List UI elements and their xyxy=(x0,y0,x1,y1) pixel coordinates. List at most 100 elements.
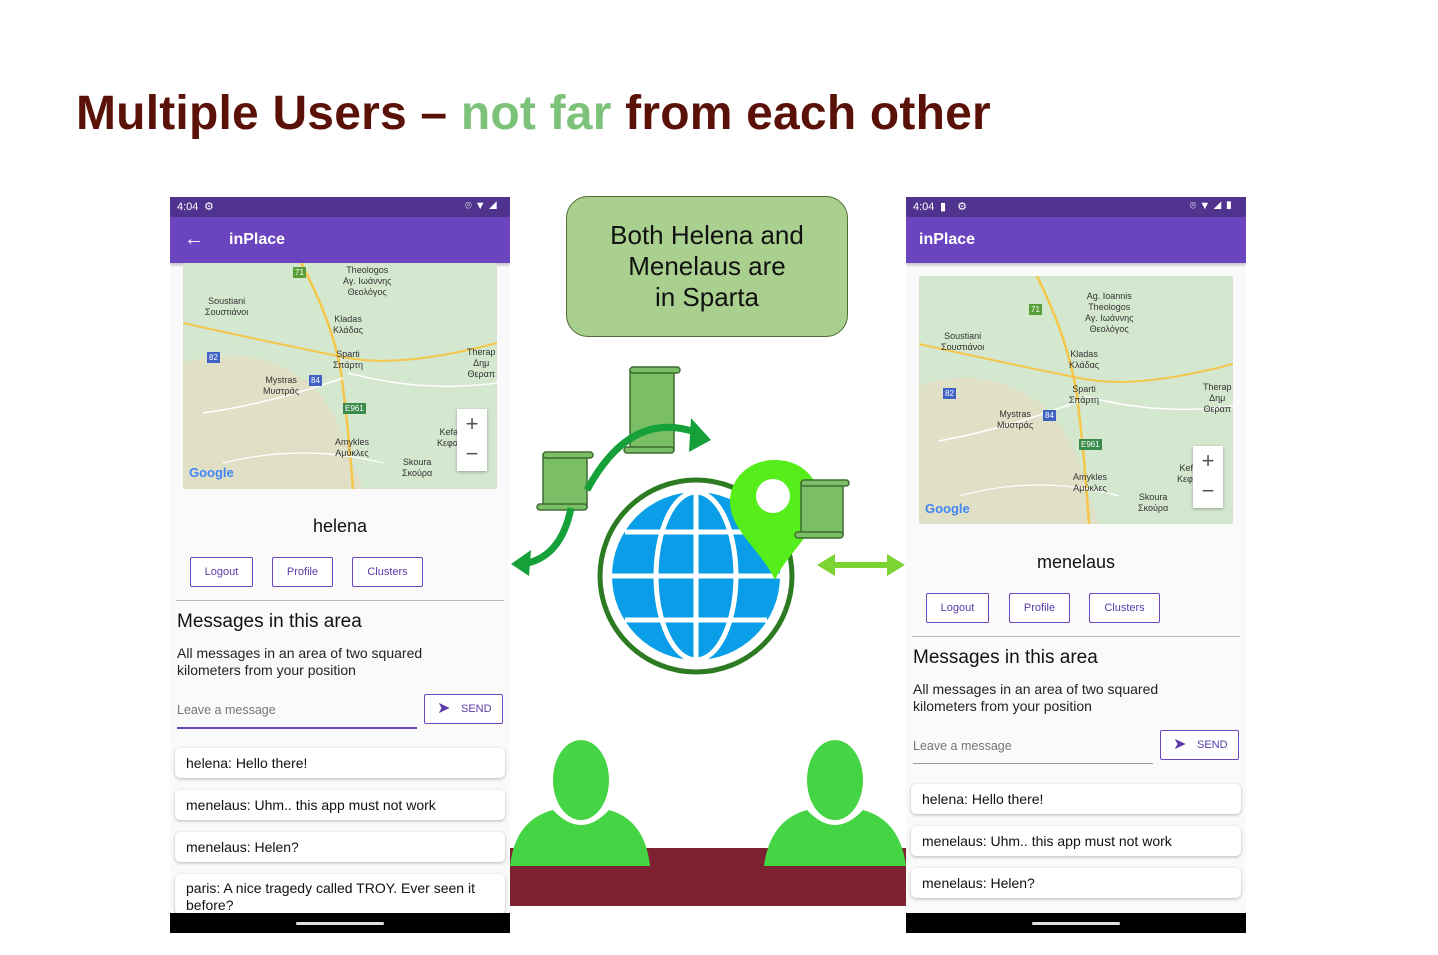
message-text: paris: A nice tragedy called TROY. Ever … xyxy=(186,880,475,913)
app-bar: inPlace xyxy=(906,217,1246,263)
phone-screen-helena: 4:04 ⚙ ⌾▼◢ ← inPlace Theologos Αγ. Ιωάννη… xyxy=(170,197,510,933)
app-title: inPlace xyxy=(229,231,286,248)
status-bar: 4:04 ▮ ⚙ ⌾▼◢▮ xyxy=(906,197,1246,217)
callout-line: Both Helena and xyxy=(610,220,804,250)
road-shield: 71 xyxy=(293,267,306,278)
road-shield: E961 xyxy=(1079,439,1102,450)
map-label: Amykles Αμύκλες xyxy=(1073,472,1108,493)
settings-icon: ⚙ xyxy=(204,201,218,213)
profile-button[interactable]: Profile xyxy=(272,557,333,587)
map-label: Mystras Μυστράς xyxy=(997,409,1034,430)
status-time: 4:04 xyxy=(913,201,935,213)
clusters-button[interactable]: Clusters xyxy=(352,557,423,587)
map-label: Sparti Σπάρτη xyxy=(333,349,363,370)
logout-button[interactable]: Logout xyxy=(190,557,253,587)
map-label: Amykles Αμύκλες xyxy=(335,437,370,458)
zoom-out-icon[interactable]: − xyxy=(457,439,487,469)
message-text: menelaus: Helen? xyxy=(922,875,1035,891)
map-label: Mystras Μυστράς xyxy=(263,375,300,396)
message-input[interactable] xyxy=(913,733,1143,759)
message-item: menelaus: Helen? xyxy=(175,832,505,862)
messages-description: All messages in an area of two squared k… xyxy=(177,645,423,678)
clusters-button[interactable]: Clusters xyxy=(1089,593,1160,623)
signal-icons: ⌾▼◢ xyxy=(465,200,500,212)
zoom-in-icon[interactable]: + xyxy=(1193,446,1223,476)
map-label: Skoura Σκούρα xyxy=(1138,492,1169,513)
map-zoom-control: + − xyxy=(457,409,487,471)
road-shield: 71 xyxy=(1029,304,1042,315)
messages-heading: Messages in this area xyxy=(913,647,1098,668)
map-label: Ag. Ioannis Theologos Αγ. Ιωάννης Θεολόγος xyxy=(1085,291,1134,334)
map-label: Kladas Κλάδας xyxy=(1069,349,1100,370)
road-shield: 84 xyxy=(309,375,322,386)
title-text-end: from each other xyxy=(611,87,991,140)
send-icon: ➤ xyxy=(437,700,451,717)
profile-button[interactable]: Profile xyxy=(1009,593,1070,623)
nav-bar xyxy=(906,913,1246,933)
zoom-out-icon[interactable]: − xyxy=(1193,476,1223,506)
map-label: Kladas Κλάδας xyxy=(333,314,364,335)
user-right-icon xyxy=(764,740,906,866)
home-indicator[interactable] xyxy=(1032,922,1120,925)
road-shield: 82 xyxy=(207,352,220,363)
scroll-icon xyxy=(794,479,850,539)
back-arrow-icon[interactable]: ← xyxy=(184,228,204,251)
messages-heading: Messages in this area xyxy=(177,611,362,632)
callout-line: in Sparta xyxy=(654,282,760,312)
phone-screen-menelaus: 4:04 ▮ ⚙ ⌾▼◢▮ inPlace Ag. Ioannis Theolog… xyxy=(906,197,1246,933)
message-text: menelaus: Uhm.. this app must not work xyxy=(186,797,436,813)
message-item: helena: Hello there! xyxy=(175,748,505,778)
map-label: Sparti Σπάρτη xyxy=(1069,384,1099,405)
send-button[interactable]: ➤ SEND xyxy=(1160,730,1239,760)
username-label: menelaus xyxy=(1036,552,1116,572)
divider xyxy=(176,600,504,601)
username-label: helena xyxy=(312,516,368,536)
map-label: Theologos Αγ. Ιωάννης Θεολόγος xyxy=(343,265,392,297)
message-input-field[interactable] xyxy=(913,733,1153,764)
title-text: Multiple Users – xyxy=(76,87,461,140)
map-label: Therap Δημ Θεραπ xyxy=(467,347,496,379)
message-input-field[interactable] xyxy=(177,697,417,729)
divider xyxy=(912,636,1240,637)
user-left-icon xyxy=(510,740,650,866)
send-label: SEND xyxy=(1197,739,1228,751)
google-logo: Google xyxy=(925,501,970,516)
map-view[interactable]: Theologos Αγ. Ιωάννης Θεολόγος Soustiani Σο… xyxy=(183,263,497,489)
message-text: menelaus: Uhm.. this app must not work xyxy=(922,833,1172,849)
map-label: Therap Δημ Θεραπ xyxy=(1203,382,1232,414)
callout-line: Menelaus are xyxy=(628,251,786,281)
nav-bar xyxy=(170,913,510,933)
callout-box: Both Helena and Menelaus are in Sparta xyxy=(566,196,848,337)
status-time: 4:04 xyxy=(177,201,199,213)
map-label: Soustiani Σουστιάνοι xyxy=(205,296,249,317)
settings-icon: ▮ ⚙ xyxy=(940,201,971,213)
network-illustration xyxy=(510,366,906,906)
logout-button[interactable]: Logout xyxy=(926,593,989,623)
google-logo: Google xyxy=(189,465,234,480)
map-label: Skoura Σκούρα xyxy=(402,457,433,478)
message-item: paris: A nice tragedy called TROY. Ever … xyxy=(175,874,505,914)
double-arrow-icon xyxy=(817,554,905,576)
road-shield: 84 xyxy=(1043,410,1056,421)
message-item: menelaus: Helen? xyxy=(911,868,1241,898)
message-item: helena: Hello there! xyxy=(911,784,1241,814)
zoom-in-icon[interactable]: + xyxy=(457,409,487,439)
send-icon: ➤ xyxy=(1173,736,1187,753)
message-input[interactable] xyxy=(177,697,407,723)
map-view[interactable]: Ag. Ioannis Theologos Αγ. Ιωάννης Θεολόγος … xyxy=(919,276,1233,524)
app-bar: ← inPlace xyxy=(170,217,510,263)
road-shield: 82 xyxy=(943,388,956,399)
map-zoom-control: + − xyxy=(1193,446,1223,508)
message-item: menelaus: Uhm.. this app must not work xyxy=(175,790,505,820)
arrow-head-icon xyxy=(689,418,711,452)
road-shield: E961 xyxy=(343,403,366,414)
scroll-icon xyxy=(536,451,594,511)
home-indicator[interactable] xyxy=(296,922,384,925)
message-text: helena: Hello there! xyxy=(186,755,308,771)
send-button[interactable]: ➤ SEND xyxy=(424,694,503,724)
messages-description: All messages in an area of two squared k… xyxy=(913,681,1159,714)
message-text: helena: Hello there! xyxy=(922,791,1044,807)
map-label: Soustiani Σουστιάνοι xyxy=(941,331,985,352)
arrow-head-icon xyxy=(511,550,531,576)
title-highlight: not far xyxy=(460,87,612,140)
